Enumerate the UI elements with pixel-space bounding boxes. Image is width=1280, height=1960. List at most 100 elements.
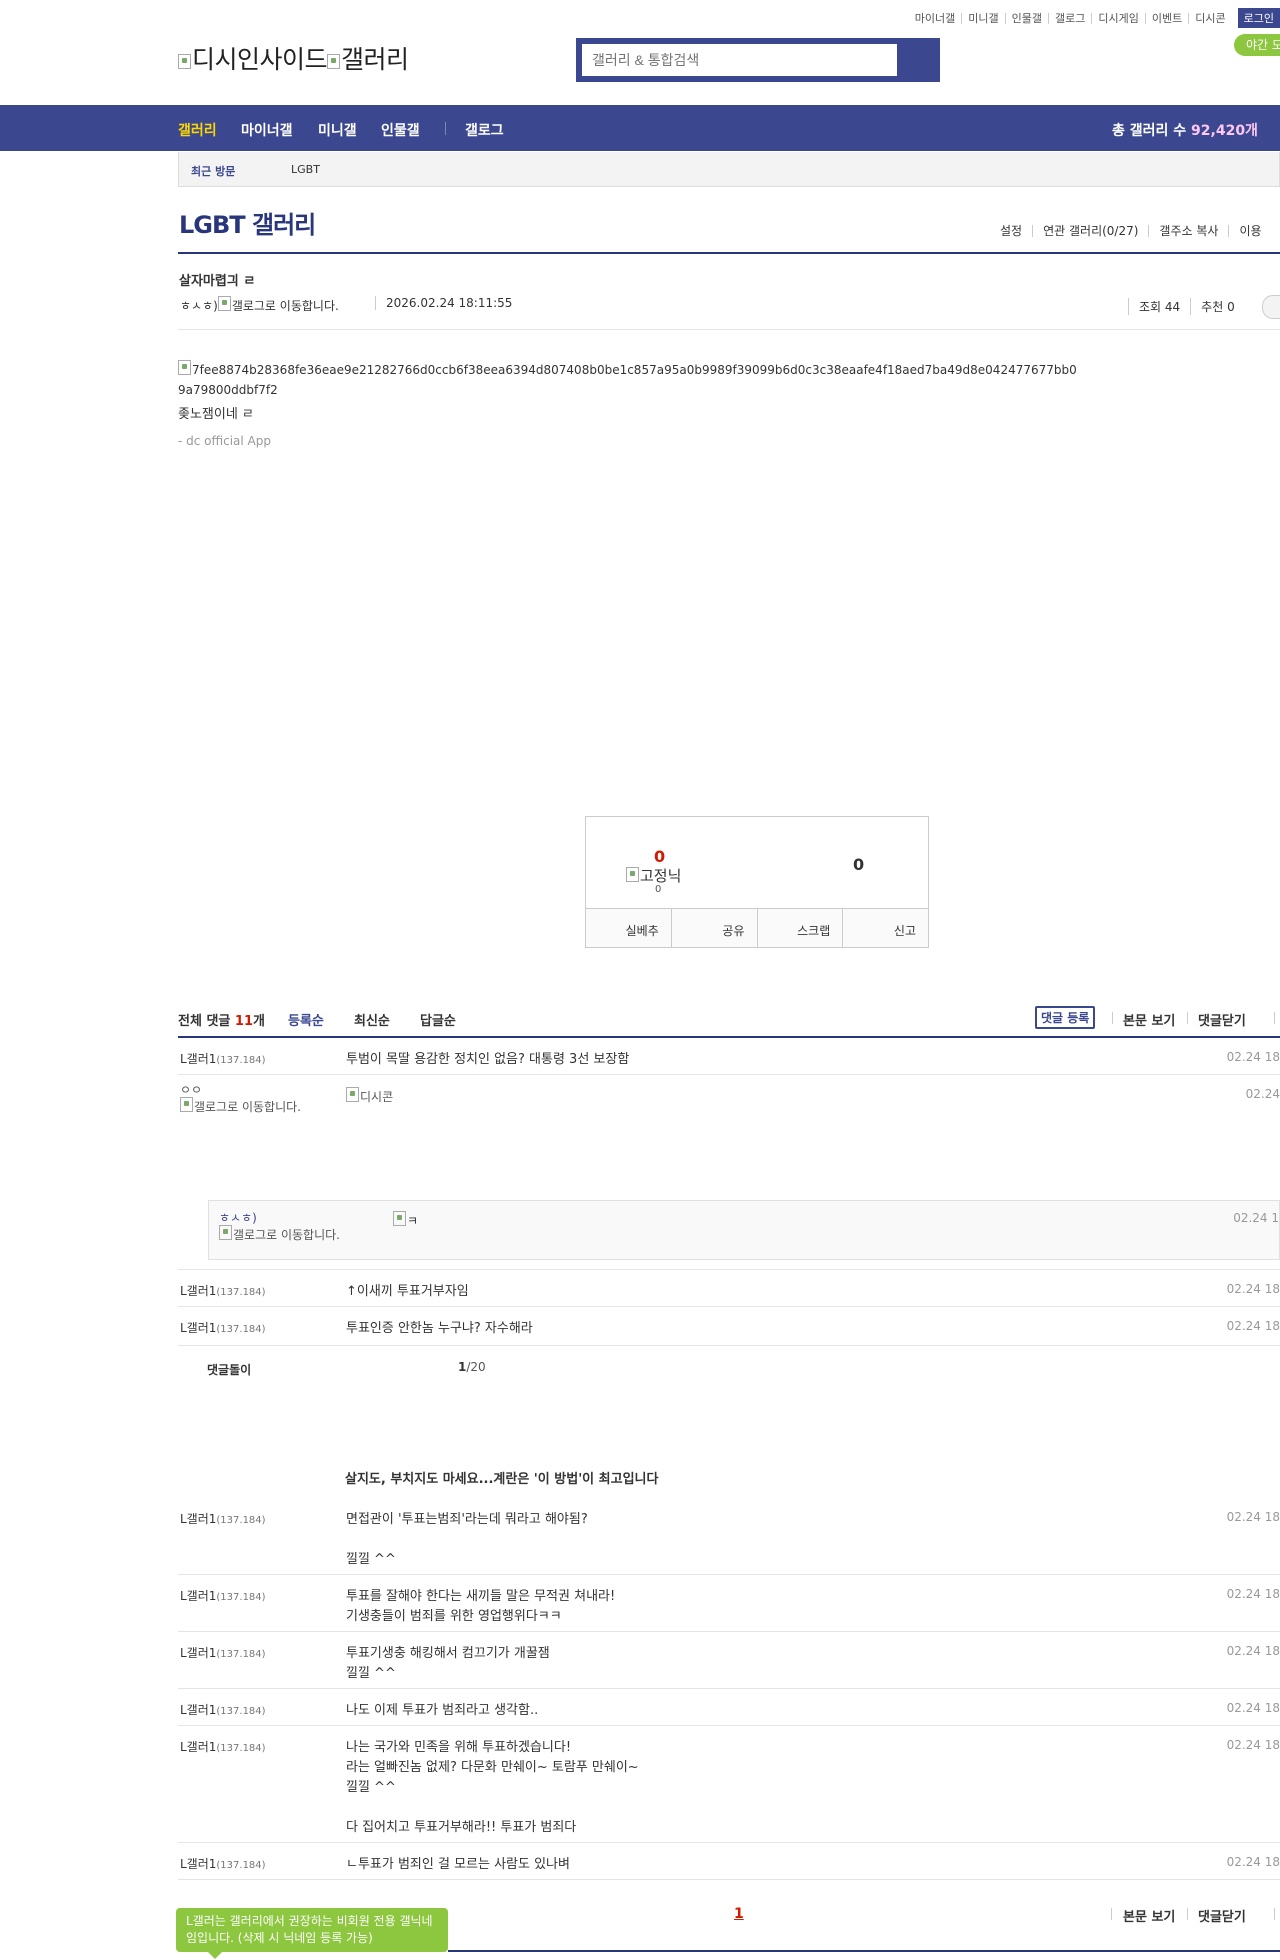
nick-text: L갤러1 [180,1703,217,1717]
report-button[interactable]: 신고 [842,909,928,947]
usage-link[interactable]: 이용 [1228,225,1271,237]
post-title: 살자마렵긔 ㄹ [179,274,256,289]
scrap-button[interactable]: 스크랩 [756,909,843,947]
related-gallery-link[interactable]: 연관 갤러리(0/27) [1032,225,1148,237]
recommend-count: 추천 0 [1190,298,1245,315]
nick-text: L갤러1 [180,1321,217,1335]
sort-registered[interactable]: 등록순 [288,1010,324,1029]
ad-title[interactable]: 살지도, 부치지도 마세요...계란은 '이 방법'이 최고입니다 [345,1468,658,1487]
search-input[interactable] [582,44,897,76]
post-image: 7fee8874b28368fe36eae9e21282766d0ccb6f38… [178,360,1078,400]
comment-bot-pager[interactable]: 1/20 [458,1360,486,1374]
bar-divider [1274,1012,1275,1024]
broken-image-icon [393,1211,406,1226]
dccon-image: 디시콘 [346,1087,393,1105]
bar-divider [1187,1908,1188,1920]
bar-divider [1187,1012,1188,1024]
gallery-title[interactable]: LGBT 갤러리 [179,205,316,240]
dccon-alt: 디시콘 [360,1090,394,1104]
post-stats: 조회 44 추천 0 [1128,298,1245,315]
close-comments-button-bottom[interactable]: 댓글닫기 [1198,1906,1246,1925]
downvote-count[interactable]: 0 [853,855,864,874]
nav-minor[interactable]: 마이너갤 [241,120,293,140]
comment-row: L갤러1(137.184) 투표인증 안한놈 누구냐? 자수해라 02.24 1… [178,1307,1280,1346]
title-divider [178,252,1280,254]
comment-header: 전체 댓글 11개 등록순 최신순 답글순 댓글 등록 본문 보기 댓글닫기 [178,1006,1280,1038]
broken-image-icon [178,360,191,375]
gallog-alt: 갤로그로 이동합니다. [194,1100,301,1114]
gallog-alt: 갤로그로 이동합니다. [233,1228,340,1242]
util-link-game[interactable]: 디시게임 [1091,12,1144,24]
sort-replies[interactable]: 답글순 [420,1010,456,1029]
comment-text: 나도 이제 투표가 범죄라고 생각함.. [346,1703,539,1718]
share-button[interactable]: 공유 [670,909,757,947]
night-mode-button[interactable]: 야간 모 [1234,34,1280,56]
sort-latest[interactable]: 최신순 [354,1010,390,1029]
util-link-person[interactable]: 인물갤 [1004,12,1048,24]
comment-nick[interactable]: L갤러1(137.184) [180,1587,266,1604]
total-gallery-count: 총 갤러리 수 92,420개 [1112,120,1258,140]
comment-text: 면접관이 '투표는범죄'라는데 뭐라고 해야됨? 낄낄 ^^ [346,1512,588,1567]
real-best-button[interactable]: 실베추 [586,909,671,947]
recent-item[interactable]: LGBT [291,163,320,176]
comment-nick[interactable]: L갤러1(137.184) [180,1738,266,1755]
utility-bar: 마이너갤 미니갤 인물갤 갤로그 디시게임 이벤트 디시콘 로그인 [909,8,1280,28]
nav-gallog[interactable]: 갤로그 [465,120,504,140]
nick-text: ㅇㅇ [180,1083,203,1097]
nick-ip: (137.184) [216,1287,266,1298]
gallery-settings-link[interactable]: 설정 [990,225,1032,237]
comment-write-button[interactable]: 댓글 등록 [1035,1006,1096,1029]
post-writer[interactable]: ㅎㅅㅎ) 갤로그로 이동합니다. [180,296,339,314]
comment-nick[interactable]: ㅇㅇ 갤로그로 이동합니다. [180,1083,320,1114]
nav-gallery[interactable]: 갤러리 [178,120,217,140]
util-link-gallog[interactable]: 갤로그 [1048,12,1091,24]
comment-nick[interactable]: L갤러1(137.184) [180,1319,266,1336]
post-body: 좆노잼이네 ㄹ [178,407,254,422]
comment-nick[interactable]: L갤러1(137.184) [180,1050,266,1067]
comment-bot-label: 댓글돌이 [207,1363,252,1377]
writer-nick: ㅎㅅㅎ) [180,299,218,313]
comment-time: 02.24 18 [1226,1050,1280,1064]
recommend-box: 0 고정닉 0 0 실베추 공유 스크랩 신고 [585,816,929,948]
more-pill-button[interactable] [1262,295,1280,319]
comment-nick[interactable]: L갤러1(137.184) [180,1701,266,1718]
comment-page-current[interactable]: 1 [734,1906,744,1922]
copy-address-link[interactable]: 갤주소 복사 [1148,225,1228,237]
view-body-button[interactable]: 본문 보기 [1123,1010,1175,1029]
site-logo[interactable]: 디시인사이드 갤러리 [178,40,409,76]
comment-row: L갤러1(137.184) ↑이새끼 투표거부자임 02.24 18 [178,1270,1280,1307]
util-link-dccon[interactable]: 디시콘 [1188,12,1231,24]
nick-ip: (137.184) [216,1592,266,1603]
comment-time: 02.24 18 [1226,1738,1280,1752]
search-box [576,38,940,82]
nav-mini[interactable]: 미니갤 [318,120,357,140]
comment-row: L갤러1(137.184) 면접관이 '투표는범죄'라는데 뭐라고 해야됨? 낄… [178,1498,1280,1575]
close-comments-button[interactable]: 댓글닫기 [1198,1010,1246,1029]
login-button[interactable]: 로그인 [1237,8,1280,28]
util-link-minor[interactable]: 마이너갤 [909,13,961,24]
comment-text: ㄴ투표가 범죄인 걸 모르는 사람도 있나벼 [346,1857,570,1872]
logo-site-alt: 디시인사이드 [192,45,328,74]
comment-nick[interactable]: L갤러1(137.184) [180,1282,266,1299]
view-body-button-bottom[interactable]: 본문 보기 [1123,1906,1175,1925]
comment-time: 02.24 18 [1226,1644,1280,1658]
bar-divider [1112,1012,1113,1024]
comment-time: 02.24 18 [1226,1282,1280,1296]
upvote-count[interactable]: 0 [654,847,665,866]
total-value: 92,420개 [1191,123,1258,139]
nick-text: L갤러1 [180,1052,217,1066]
util-link-event[interactable]: 이벤트 [1144,12,1188,24]
comment-nick[interactable]: L갤러1(137.184) [180,1510,266,1527]
nick-text: L갤러1 [180,1646,217,1660]
search-button[interactable] [897,41,937,79]
nav-person[interactable]: 인물갤 [381,120,420,140]
comment-row: L갤러1(137.184) 투표를 잘해야 한다는 새끼들 말은 무적권 쳐내라… [178,1575,1280,1632]
comment-text: 나는 국가와 민족을 위해 투표하겠습니다! 라는 얼빠진놈 없제? 다문화 만… [346,1740,639,1835]
reply-time: 02.24 1 [1233,1211,1279,1225]
comment-nick[interactable]: L갤러1(137.184) [180,1855,266,1872]
nick-text: L갤러1 [180,1589,217,1603]
comment-nick[interactable]: L갤러1(137.184) [180,1644,266,1661]
reply-nick[interactable]: ㅎㅅㅎ) 갤로그로 이동합니다. [219,1211,359,1242]
broken-image-icon [180,1097,193,1112]
util-link-mini[interactable]: 미니갤 [961,12,1004,24]
